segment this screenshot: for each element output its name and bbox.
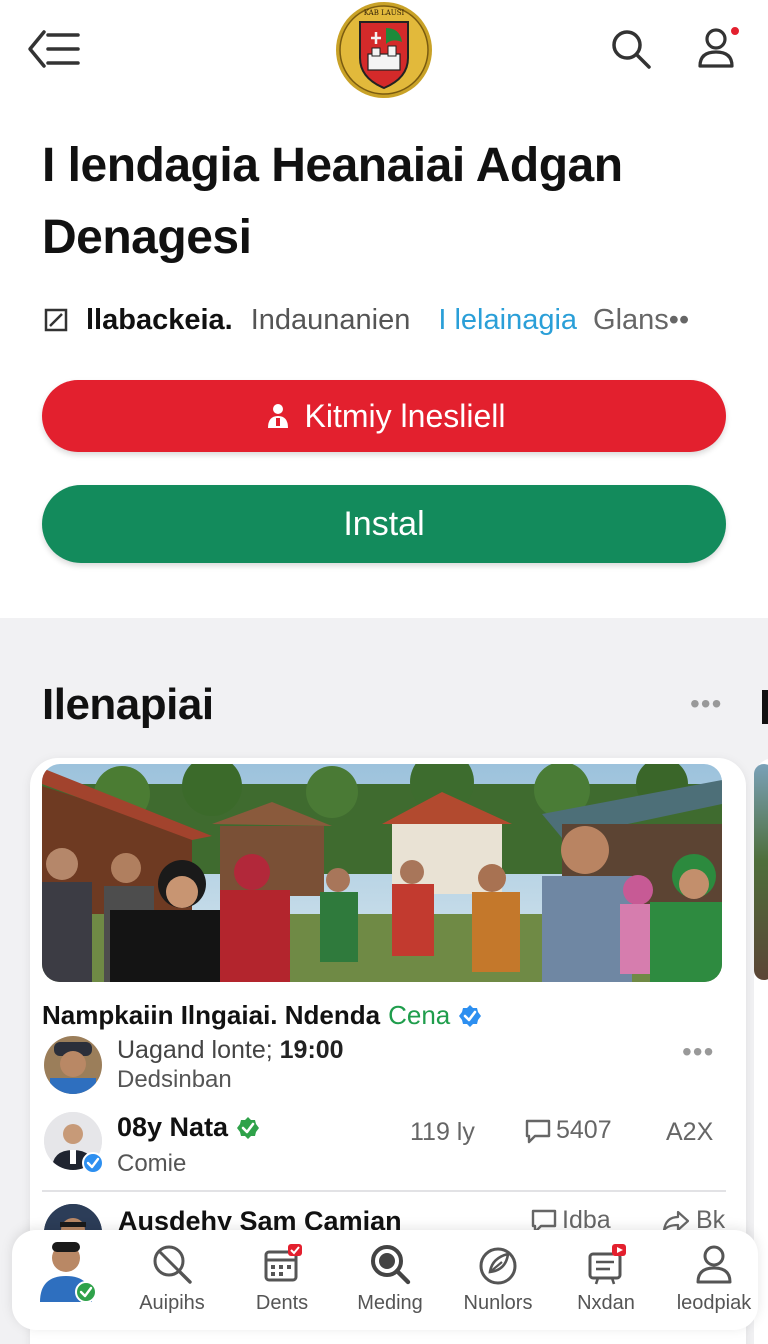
comments-count: 5407 bbox=[556, 1116, 612, 1144]
notification-dot bbox=[729, 25, 741, 37]
section-title: Ilenapiai bbox=[42, 680, 214, 729]
user-name-text: 08y Nata bbox=[117, 1112, 229, 1142]
category-link[interactable]: I lelainagia bbox=[438, 304, 577, 337]
nav-item-auipihs[interactable]: Auipihs bbox=[122, 1242, 222, 1326]
post-row[interactable]: 08y Nata Comie 119 ly 5407 A2X bbox=[42, 1110, 726, 1182]
calendar-icon bbox=[264, 1244, 302, 1282]
divider bbox=[42, 1190, 726, 1192]
leaf-icon bbox=[479, 1247, 517, 1285]
news-source[interactable]: Cena bbox=[388, 1000, 450, 1031]
next-card-photo bbox=[754, 764, 768, 980]
nav-label: Auipihs bbox=[139, 1292, 205, 1314]
comments-button[interactable]: 5407 bbox=[524, 1116, 612, 1145]
author-name[interactable]: llabackeia. bbox=[86, 304, 233, 337]
nav-label: leodpiak bbox=[676, 1292, 752, 1314]
search-button[interactable] bbox=[608, 26, 654, 72]
verified-badge-icon bbox=[82, 1152, 104, 1174]
category-label: Indaunanien bbox=[250, 303, 411, 336]
person-badge-icon bbox=[267, 404, 288, 428]
article-meta: llabackeia. Indaunanien I lelainagia Gla… bbox=[44, 298, 744, 342]
nav-item-nunlors[interactable]: Nunlors bbox=[448, 1242, 548, 1326]
user-subtitle: Comie bbox=[117, 1150, 187, 1177]
nav-user-avatar[interactable] bbox=[36, 1240, 97, 1303]
profile-button[interactable] bbox=[692, 22, 742, 72]
post-subtitle: Dedsinban bbox=[117, 1066, 232, 1093]
article-title: I lendagia Heanaiai Adgan Denagesi bbox=[42, 139, 623, 264]
avatar[interactable] bbox=[44, 1036, 102, 1094]
search-icon bbox=[371, 1245, 411, 1285]
nav-label: Nunlors bbox=[463, 1292, 533, 1314]
svg-text:KAB LAUSI: KAB LAUSI bbox=[364, 9, 405, 17]
news-icon bbox=[588, 1244, 626, 1285]
comment-icon bbox=[525, 1119, 551, 1143]
regency-emblem: KAB LAUSI bbox=[334, 0, 434, 100]
bottom-nav: Auipihs Dents Meding Nunlors Nxdan leodp… bbox=[12, 1230, 758, 1330]
nav-item-meding[interactable]: Meding bbox=[340, 1242, 440, 1326]
section-more-button[interactable]: ••• bbox=[690, 688, 722, 720]
primary-action-label: Kitmiy lnesliell bbox=[304, 397, 506, 434]
search-off-icon bbox=[153, 1245, 192, 1284]
share-count[interactable]: A2X bbox=[666, 1118, 713, 1147]
top-bar: KAB LAUSI bbox=[0, 0, 768, 110]
nav-label: Nxdan bbox=[577, 1292, 635, 1314]
profile-icon bbox=[696, 1245, 732, 1284]
checkbox-icon[interactable] bbox=[44, 308, 68, 332]
avatar-image bbox=[44, 1036, 102, 1094]
nav-item-dents[interactable]: Dents bbox=[232, 1242, 332, 1326]
nav-label: Dents bbox=[255, 1292, 309, 1314]
back-menu-button[interactable] bbox=[26, 26, 82, 72]
nav-label: Meding bbox=[357, 1292, 423, 1314]
user-name[interactable]: 08y Nata bbox=[117, 1112, 260, 1143]
post-meta: Uagand lonte; 19:00 bbox=[117, 1036, 344, 1065]
news-headline[interactable]: Nampkaiin Ilngaiai. Ndenda Cena bbox=[42, 1000, 482, 1031]
headline-text: Nampkaiin Ilngaiai. Ndenda bbox=[42, 1000, 381, 1030]
tags-more[interactable]: Glans•• bbox=[593, 304, 689, 337]
search-icon bbox=[612, 30, 651, 69]
post-time: 19:00 bbox=[279, 1036, 344, 1064]
post-meta-prefix: Uagand lonte; bbox=[117, 1036, 273, 1064]
nav-item-leodpiak[interactable]: leodpiak bbox=[664, 1242, 764, 1326]
post-row[interactable]: Uagand lonte; 19:00 Dedsinban ••• bbox=[42, 1036, 726, 1098]
install-button[interactable]: Instal bbox=[42, 485, 726, 563]
post-more-button[interactable]: ••• bbox=[682, 1036, 714, 1068]
share-icon bbox=[662, 1210, 690, 1231]
back-menu-icon bbox=[28, 30, 80, 68]
avatar-image bbox=[40, 1242, 97, 1303]
primary-action-button[interactable]: Kitmiy lnesliell bbox=[42, 380, 726, 452]
emblem-icon: KAB LAUSI bbox=[336, 2, 432, 98]
news-photo[interactable] bbox=[42, 764, 722, 982]
view-count: 119 ly bbox=[410, 1118, 475, 1146]
village-crowd-image bbox=[42, 764, 722, 982]
next-section-peek bbox=[762, 690, 768, 724]
install-label: Instal bbox=[343, 504, 425, 543]
verified-badge-icon bbox=[459, 1004, 482, 1027]
verified-badge-icon bbox=[237, 1116, 260, 1139]
nav-item-nxdan[interactable]: Nxdan bbox=[556, 1242, 656, 1326]
user-icon bbox=[698, 25, 741, 68]
